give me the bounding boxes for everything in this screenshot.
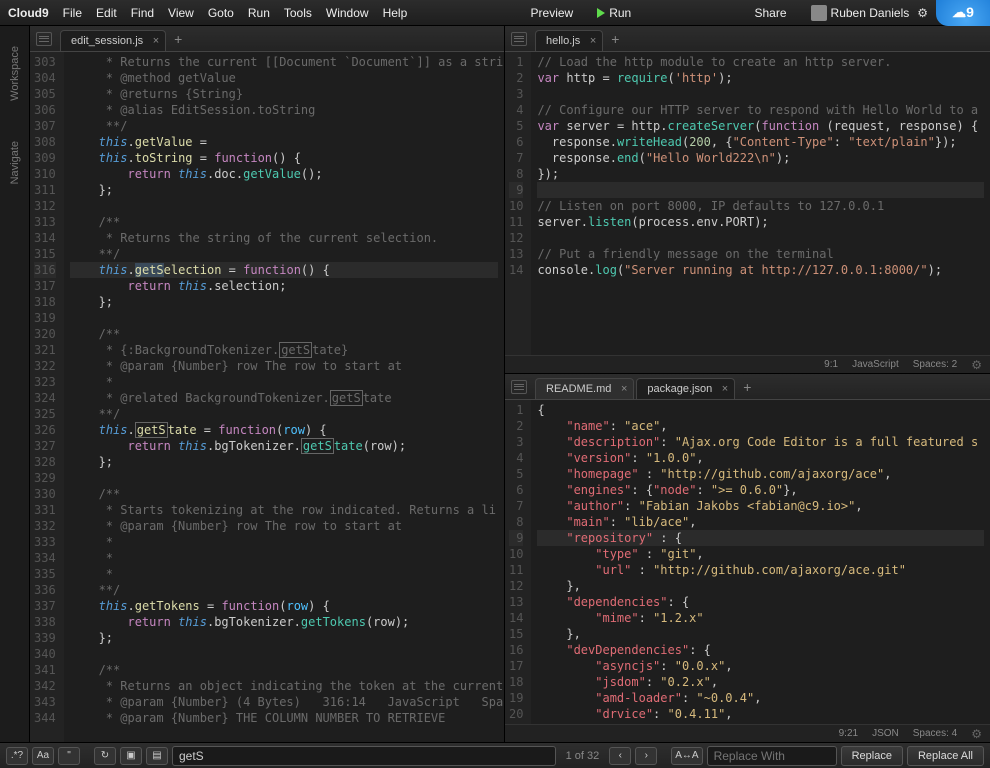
menu-view[interactable]: View (168, 6, 194, 20)
cloud9-badge[interactable]: ☁9 (936, 0, 990, 26)
play-icon (597, 8, 605, 18)
pane-menu-icon[interactable] (36, 32, 52, 46)
search-input[interactable] (172, 746, 556, 766)
tab-hello-js[interactable]: hello.js × (535, 30, 603, 51)
add-tab-button[interactable]: + (174, 31, 182, 47)
editor-left[interactable]: 3033043053063073083093103113123133143153… (30, 52, 504, 742)
share-button[interactable]: Share (755, 6, 787, 20)
menubar: Cloud9 File Edit Find View Goto Run Tools Windo… (0, 0, 990, 26)
run-button[interactable]: Run (597, 6, 631, 20)
tab-edit-session[interactable]: edit_session.js × (60, 30, 166, 51)
menu-help[interactable]: Help (383, 6, 408, 20)
search-bar: .*? Aa " ↻ ▣ ▤ 1 of 32 ‹ › A↔A Replace R… (0, 742, 990, 768)
menu-edit[interactable]: Edit (96, 6, 117, 20)
search-counter: 1 of 32 (566, 750, 600, 762)
tab-readme[interactable]: README.md × (535, 378, 634, 399)
avatar[interactable] (811, 5, 827, 21)
preserve-case-toggle[interactable]: A↔A (671, 747, 702, 765)
highlight-toggle[interactable]: ▤ (146, 747, 168, 765)
close-icon[interactable]: × (722, 383, 728, 395)
left-pane: edit_session.js × + 30330430530630730830… (30, 26, 505, 742)
replace-all-button[interactable]: Replace All (907, 746, 984, 766)
sidetab-workspace[interactable]: Workspace (9, 46, 21, 101)
add-tab-button[interactable]: + (611, 31, 619, 47)
word-toggle[interactable]: " (58, 747, 80, 765)
next-match[interactable]: › (635, 747, 657, 765)
statusbar-rt: 9:1 JavaScript Spaces: 2 ⚙ (505, 355, 990, 373)
preview-button[interactable]: Preview (531, 6, 574, 20)
replace-button[interactable]: Replace (841, 746, 903, 766)
gear-icon[interactable]: ⚙ (917, 6, 928, 20)
menu-goto[interactable]: Goto (208, 6, 234, 20)
right-bottom-pane: README.md × package.json × + 12345678910… (505, 374, 990, 742)
prev-match[interactable]: ‹ (609, 747, 631, 765)
menu-run[interactable]: Run (248, 6, 270, 20)
lang-mode[interactable]: JavaScript (852, 359, 899, 370)
selection-toggle[interactable]: ▣ (120, 747, 142, 765)
menu-window[interactable]: Window (326, 6, 369, 20)
user-name[interactable]: Ruben Daniels (831, 6, 910, 20)
tab-label: hello.js (546, 35, 580, 47)
close-icon[interactable]: × (153, 35, 159, 47)
cursor-pos: 9:21 (839, 728, 858, 739)
main: Workspace Navigate edit_session.js × + 3… (0, 26, 990, 742)
replace-input[interactable] (707, 746, 837, 766)
tab-label: edit_session.js (71, 35, 143, 47)
statusbar-rb: 9:21 JSON Spaces: 4 ⚙ (505, 724, 990, 742)
side-panel-tabs: Workspace Navigate (0, 26, 30, 742)
tab-bar-right-bottom: README.md × package.json × + (505, 374, 990, 400)
right-top-pane: hello.js × + 1234567891011121314 // Load… (505, 26, 990, 374)
sidetab-navigate[interactable]: Navigate (9, 141, 21, 184)
editor-right-bottom[interactable]: 1234567891011121314151617181920 { "name"… (505, 400, 990, 724)
wrap-toggle[interactable]: ↻ (94, 747, 116, 765)
add-tab-button[interactable]: + (743, 379, 751, 395)
tab-package-json[interactable]: package.json × (636, 378, 735, 399)
menu-find[interactable]: Find (131, 6, 154, 20)
cursor-pos: 9:1 (824, 359, 838, 370)
editor-right-top[interactable]: 1234567891011121314 // Load the http mod… (505, 52, 990, 355)
spaces[interactable]: Spaces: 4 (913, 728, 957, 739)
regex-toggle[interactable]: .*? (6, 747, 28, 765)
menu-tools[interactable]: Tools (284, 6, 312, 20)
case-toggle[interactable]: Aa (32, 747, 54, 765)
gear-icon[interactable]: ⚙ (971, 358, 982, 372)
pane-menu-icon[interactable] (511, 32, 527, 46)
pane-menu-icon[interactable] (511, 380, 527, 394)
run-label: Run (609, 6, 631, 20)
close-icon[interactable]: × (621, 383, 627, 395)
tab-bar-left: edit_session.js × + (30, 26, 504, 52)
gear-icon[interactable]: ⚙ (971, 727, 982, 741)
lang-mode[interactable]: JSON (872, 728, 899, 739)
tab-label: package.json (647, 383, 712, 395)
spaces[interactable]: Spaces: 2 (913, 359, 957, 370)
close-icon[interactable]: × (590, 35, 596, 47)
logo[interactable]: Cloud9 (8, 6, 49, 20)
tab-bar-right-top: hello.js × + (505, 26, 990, 52)
menu-file[interactable]: File (63, 6, 82, 20)
tab-label: README.md (546, 383, 611, 395)
